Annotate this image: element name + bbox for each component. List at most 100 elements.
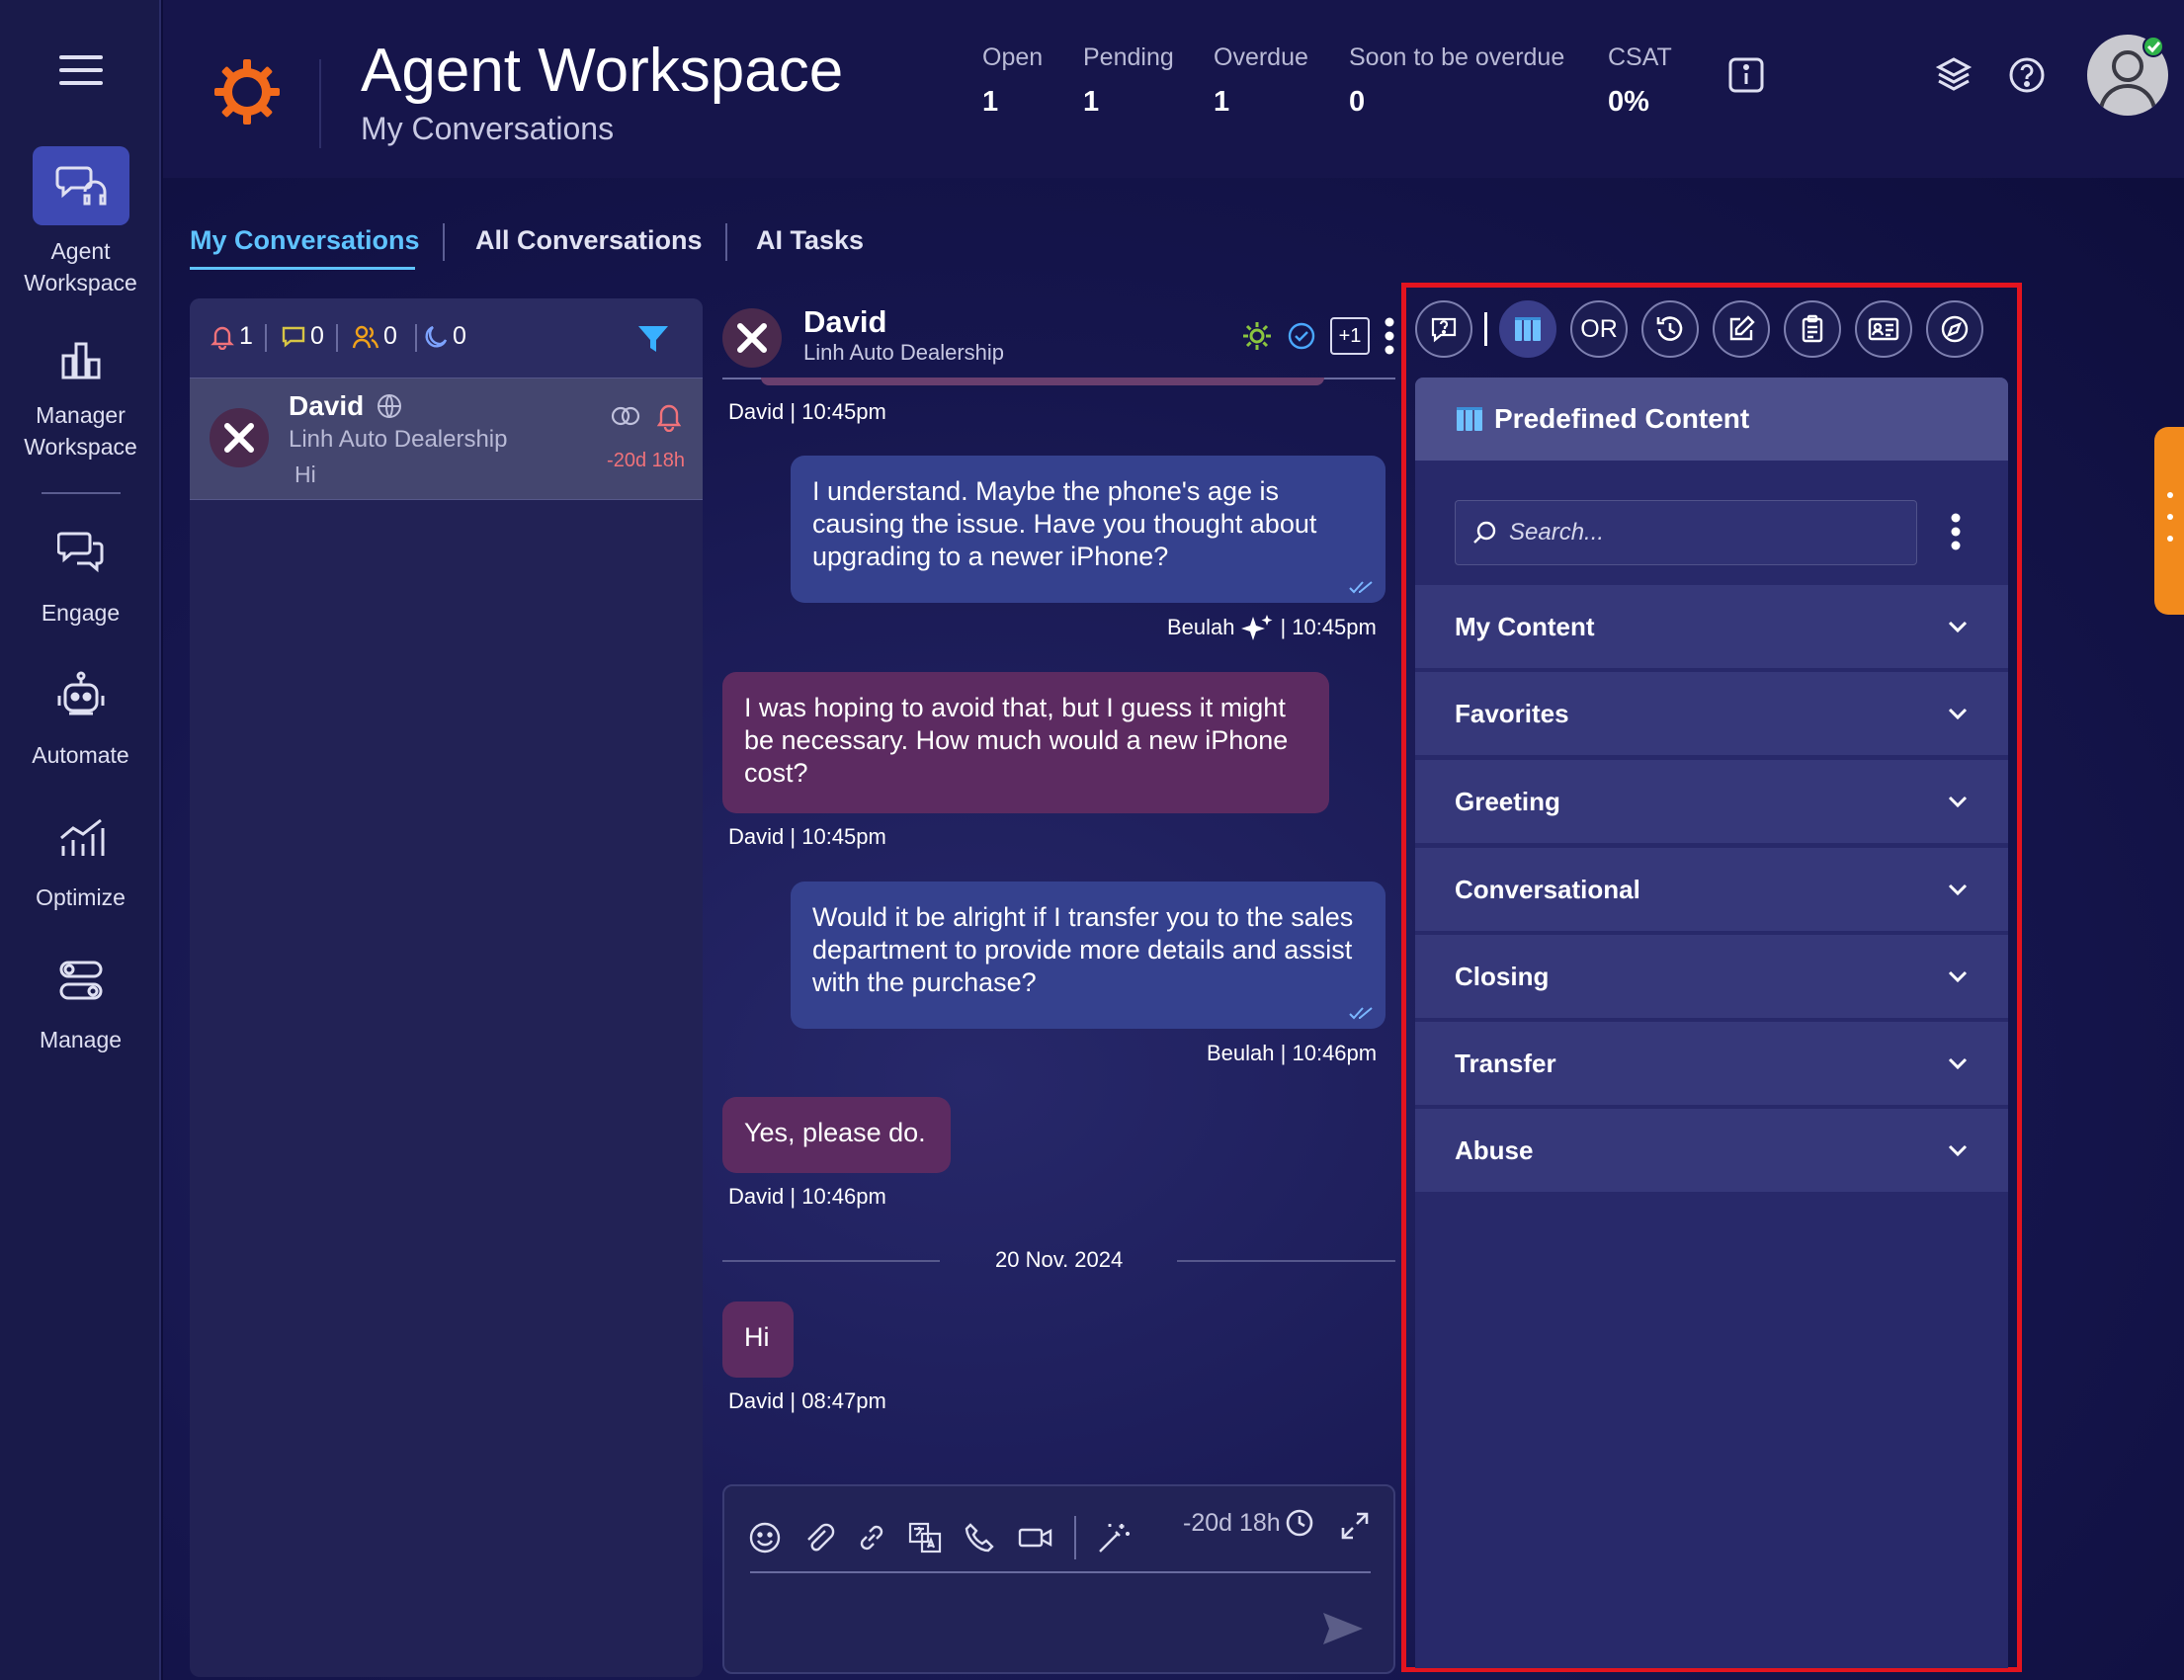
chevron-down-icon — [1948, 1057, 1968, 1070]
clipboard-list-icon — [1802, 314, 1823, 343]
stat-value: 1 — [1083, 86, 1100, 118]
date-separator-line — [722, 1260, 940, 1262]
stat-pending: Pending 1 — [1083, 43, 1174, 119]
edit-note-button[interactable] — [1713, 300, 1770, 358]
filter-count: 0 — [453, 322, 466, 350]
tab-ai-tasks[interactable]: AI Tasks — [756, 225, 864, 256]
meta-sender: Beulah — [1207, 1041, 1275, 1065]
message-meta: David | 10:46pm — [728, 1184, 886, 1210]
category-label: Conversational — [1455, 874, 1640, 904]
toggles-icon — [33, 941, 129, 1020]
message-input[interactable] — [750, 1581, 1313, 1660]
nav-label: Optimize — [36, 884, 126, 910]
search-icon — [1473, 521, 1496, 544]
trend-chart-icon — [33, 798, 129, 878]
filter-snoozed[interactable]: 0 — [423, 322, 466, 351]
message-bubble-agent: Would it be alright if I transfer you to… — [791, 882, 1386, 1029]
layers-icon[interactable] — [1934, 55, 1974, 95]
link-icon[interactable] — [855, 1521, 888, 1554]
kebab-menu-icon — [1385, 317, 1394, 355]
emoji-icon[interactable] — [748, 1521, 782, 1554]
meta-sender: David — [728, 1184, 785, 1209]
chat-bubbles-icon — [33, 512, 129, 591]
message-meta: David | 10:45pm — [728, 824, 886, 850]
message-text: I was hoping to avoid that, but I guess … — [744, 693, 1289, 788]
conversation-list: 1 0 0 0 David Linh Auto Dealership Hi -2… — [190, 298, 703, 1677]
filter-funnel-icon[interactable] — [636, 322, 670, 356]
translate-icon[interactable] — [908, 1520, 944, 1555]
predefined-content-button[interactable] — [1499, 300, 1556, 358]
nav-optimize[interactable]: Optimize — [0, 798, 161, 913]
meta-separator: | — [1280, 1041, 1287, 1065]
robot-icon — [33, 656, 129, 735]
send-icon[interactable] — [1321, 1609, 1365, 1648]
composer-input-underline — [750, 1571, 1371, 1573]
panel-title: Predefined Content — [1494, 403, 1750, 434]
compass-icon — [1941, 315, 1969, 343]
meta-time: 10:45pm — [1292, 615, 1377, 639]
composer-timer-text: -20d 18h — [1183, 1508, 1281, 1537]
history-button[interactable] — [1641, 300, 1699, 358]
toolbar-divider — [1484, 312, 1487, 346]
or-label: OR — [1580, 314, 1618, 343]
nav-manager-workspace[interactable]: Manager Workspace — [0, 320, 161, 462]
message-bubble-agent: I understand. Maybe the phone's age is c… — [791, 456, 1386, 603]
nav-manage[interactable]: Manage — [0, 941, 161, 1055]
filter-count: 1 — [239, 322, 253, 350]
conversation-customer-name: David — [289, 390, 403, 422]
stat-soon-overdue: Soon to be overdue 0 — [1349, 43, 1564, 119]
category-closing[interactable]: Closing — [1415, 935, 2008, 1018]
category-abuse[interactable]: Abuse — [1415, 1109, 2008, 1192]
panel-kebab-menu-icon[interactable] — [1949, 512, 1963, 551]
nav-engage[interactable]: Engage — [0, 512, 161, 629]
tab-all-conversations[interactable]: All Conversations — [475, 225, 703, 256]
nav-label: Workspace — [24, 434, 137, 460]
attachment-icon[interactable] — [801, 1521, 835, 1554]
question-chat-button[interactable] — [1415, 300, 1472, 358]
category-conversational[interactable]: Conversational — [1415, 848, 2008, 931]
conversation-company: Linh Auto Dealership — [289, 426, 508, 453]
category-transfer[interactable]: Transfer — [1415, 1022, 2008, 1105]
expand-icon[interactable] — [1339, 1510, 1371, 1542]
participants-plus-badge[interactable]: +1 — [1330, 317, 1370, 355]
side-drawer-handle[interactable] — [2154, 427, 2184, 615]
bar-chart-icon — [33, 320, 129, 399]
hamburger-menu-icon[interactable] — [59, 55, 103, 91]
nav-label: Workspace — [24, 270, 137, 295]
category-my-content[interactable]: My Content — [1415, 585, 2008, 668]
meta-sender: David — [728, 399, 785, 424]
message-composer: -20d 18h — [722, 1484, 1395, 1674]
tab-my-conversations[interactable]: My Conversations — [190, 225, 420, 256]
magic-wand-icon[interactable] — [1096, 1520, 1132, 1555]
date-separator-text: 20 Nov. 2024 — [995, 1247, 1124, 1272]
nav-automate[interactable]: Automate — [0, 656, 161, 771]
help-icon[interactable] — [2007, 55, 2047, 95]
compass-button[interactable] — [1926, 300, 1983, 358]
category-label: Abuse — [1455, 1134, 1534, 1165]
message-text: Yes, please do. — [744, 1118, 926, 1147]
category-greeting[interactable]: Greeting — [1415, 760, 2008, 843]
category-favorites[interactable]: Favorites — [1415, 672, 2008, 755]
phone-icon[interactable] — [964, 1521, 997, 1554]
predefined-search-input[interactable] — [1509, 519, 1904, 546]
message-text: Would it be alright if I transfer you to… — [812, 902, 1354, 997]
nav-agent-workspace[interactable]: Agent Workspace — [0, 146, 161, 298]
meta-time: 10:46pm — [1292, 1041, 1378, 1065]
video-camera-icon[interactable] — [1017, 1521, 1054, 1554]
conversation-card[interactable]: David Linh Auto Dealership Hi -20d 18h — [190, 378, 703, 500]
category-label: Transfer — [1455, 1048, 1556, 1078]
category-label: My Content — [1455, 611, 1595, 641]
top-header: Agent Workspace My Conversations Open 1 … — [163, 0, 2184, 178]
filter-alerts[interactable]: 1 — [210, 322, 253, 351]
date-separator-line — [1177, 1260, 1395, 1262]
clipboard-button[interactable] — [1784, 300, 1841, 358]
settings-gear-icon — [1243, 322, 1271, 350]
filter-messages[interactable]: 0 — [281, 322, 324, 351]
conversation-status-icons — [610, 402, 683, 432]
tab-divider — [725, 223, 727, 261]
contact-card-button[interactable] — [1855, 300, 1912, 358]
category-label: Closing — [1455, 961, 1550, 991]
filter-users[interactable]: 0 — [352, 322, 397, 351]
or-button[interactable]: OR — [1570, 300, 1628, 358]
info-icon[interactable] — [1726, 55, 1766, 95]
